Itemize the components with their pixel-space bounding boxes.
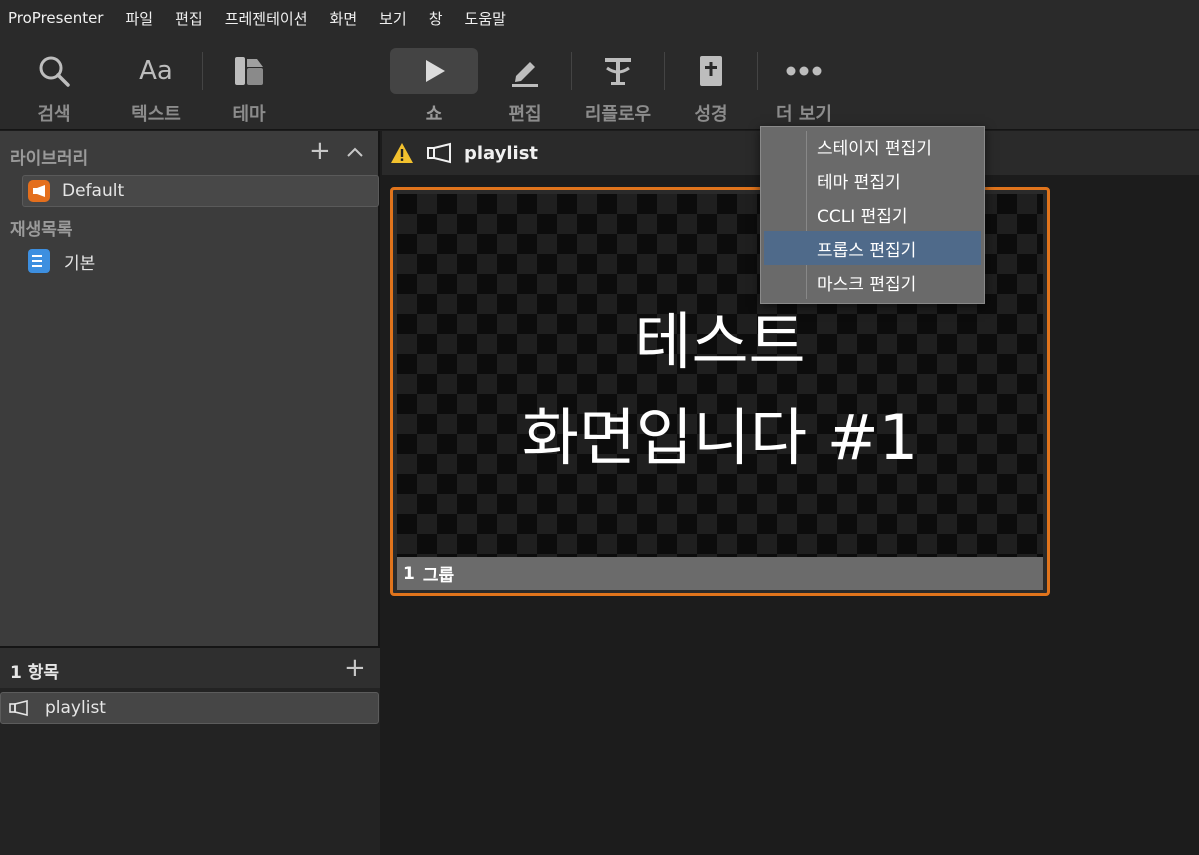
menu-view[interactable]: 보기 [379,8,407,29]
search-label: 검색 [37,104,71,125]
item-playlist[interactable]: playlist [0,692,379,724]
add-item-button[interactable]: + [344,655,366,681]
items-count: 1 항목 [10,663,60,683]
item-label: playlist [45,698,106,718]
slide-footer: 1 그룹 [397,557,1043,590]
slide-text: 테스트 화면입니다 #1 [397,294,1043,486]
bible-button[interactable]: 성경 [665,36,757,130]
show-button[interactable]: 쇼 [388,36,480,130]
collapse-library-button[interactable] [346,143,364,163]
warning-icon[interactable] [390,142,414,164]
library-item-default[interactable]: Default [22,175,379,207]
theme-label: 테마 [232,104,266,125]
edit-button[interactable]: 편집 [479,36,571,130]
library-icon [28,180,50,202]
menu-item-ccli-editor[interactable]: CCLI 편집기 [764,197,981,231]
items-header: 1 항목 + [0,648,380,688]
edit-label: 편집 [508,104,542,125]
reflow-icon [574,48,662,94]
reflow-button[interactable]: 리플로우 [572,36,664,130]
text-button[interactable]: Aa 텍스트 [110,36,202,130]
playlist-item-basic[interactable]: 기본 [28,247,95,275]
show-label: 쇼 [425,104,443,125]
slide-group-label: 그룹 [422,566,455,586]
presentation-title: playlist [464,142,539,164]
slide-number: 1 [403,563,415,584]
menu-help[interactable]: 도움말 [465,8,506,29]
search-icon [10,48,98,94]
left-sidebar: 라이브러리 + Default 재생목록 기본 1 항목 + playlist [0,131,380,855]
presentation-icon [427,142,451,164]
menu-item-props-editor[interactable]: 프롭스 편집기 [764,231,981,265]
toolbar: 검색 Aa 텍스트 테마 쇼 편집 리플로우 성경 더 보기 [0,36,1199,130]
library-item-label: Default [62,181,125,201]
menu-bar: ProPresenter 파일 편집 프레젠테이션 화면 보기 창 도움말 [0,0,1199,36]
playlists-header: 재생목록 [10,220,73,240]
search-button[interactable]: 검색 [8,36,100,130]
bible-label: 성경 [694,104,728,125]
add-library-button[interactable]: + [309,138,331,164]
menu-presentation[interactable]: 프레젠테이션 [225,8,308,29]
slide-line-1: 테스트 [634,305,806,378]
play-icon [390,48,478,94]
items-pane: 1 항목 + playlist [0,646,380,855]
slide-line-2: 화면입니다 #1 [521,401,919,474]
theme-button[interactable]: 테마 [203,36,295,130]
theme-icon [205,48,293,94]
playlist-item-label: 기본 [64,253,96,274]
bible-icon [667,48,755,94]
menu-item-mask-editor[interactable]: 마스크 편집기 [764,265,981,299]
app-menu[interactable]: ProPresenter [8,9,103,27]
more-icon [760,48,848,94]
menu-screen[interactable]: 화면 [330,8,358,29]
menu-file[interactable]: 파일 [125,8,153,29]
more-button[interactable]: 더 보기 [758,36,850,130]
more-dropdown-menu: 스테이지 편집기 테마 편집기 CCLI 편집기 프롭스 편집기 마스크 편집기 [760,126,985,304]
menu-item-stage-editor[interactable]: 스테이지 편집기 [764,129,981,163]
menu-edit[interactable]: 편집 [175,8,203,29]
playlist-icon [28,249,50,273]
chevron-up-icon [347,147,363,157]
text-label: 텍스트 [131,104,181,125]
presentation-icon [9,700,28,716]
menu-window[interactable]: 창 [429,8,443,29]
reflow-label: 리플로우 [584,104,652,125]
text-icon: Aa [139,56,173,86]
menu-item-theme-editor[interactable]: 테마 편집기 [764,163,981,197]
pencil-icon [481,48,569,94]
library-header: 라이브러리 [10,149,89,169]
more-label: 더 보기 [776,104,832,125]
